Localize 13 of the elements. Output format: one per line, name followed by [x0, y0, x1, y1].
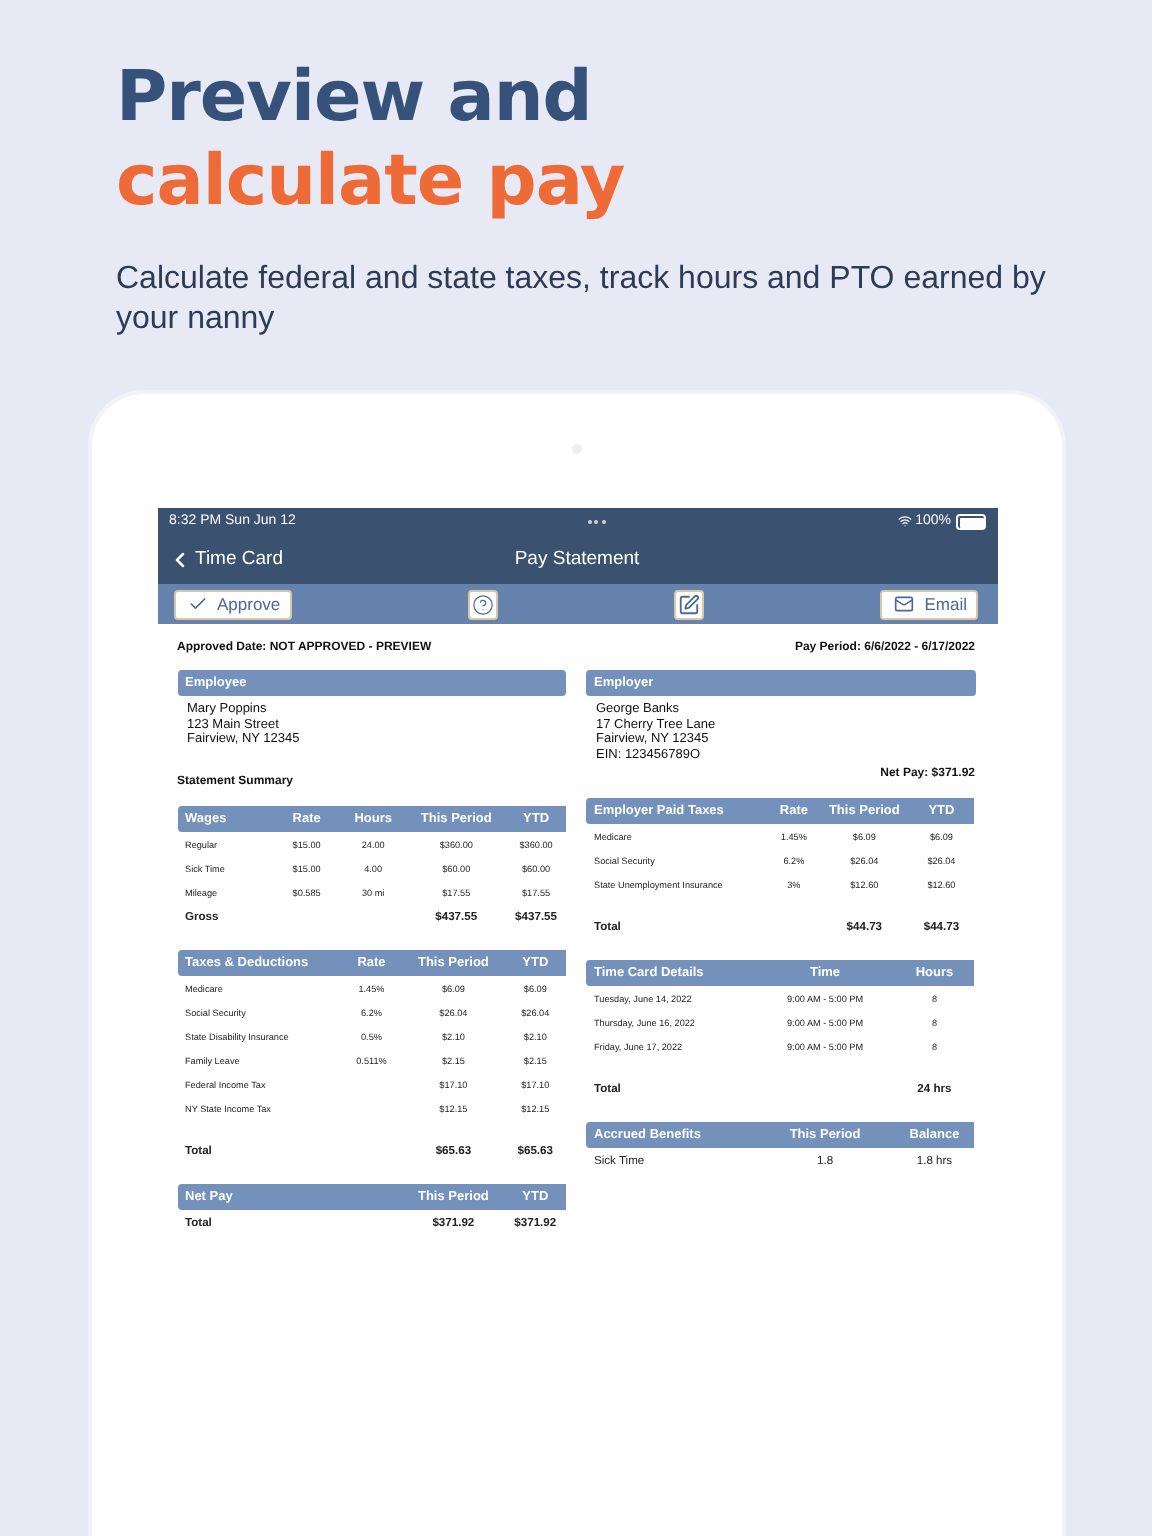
headline: calculate pay — [116, 140, 625, 224]
subtitle: Calculate federal and state taxes, track hours and PTO earned by your nanny — [116, 260, 1048, 340]
headline: Preview and — [116, 56, 592, 140]
battery-icon — [955, 513, 985, 529]
edit-button[interactable] — [674, 589, 705, 619]
wifi-icon — [897, 514, 912, 528]
back-link[interactable]: Time Card — [167, 547, 283, 571]
nav-title: Pay Statement — [514, 548, 640, 570]
approve-button[interactable]: Approve — [173, 589, 293, 619]
help-button[interactable] — [468, 589, 499, 619]
envelope-icon — [894, 594, 915, 614]
checkmark-icon — [187, 594, 207, 614]
email-button[interactable]: Email — [880, 589, 979, 619]
